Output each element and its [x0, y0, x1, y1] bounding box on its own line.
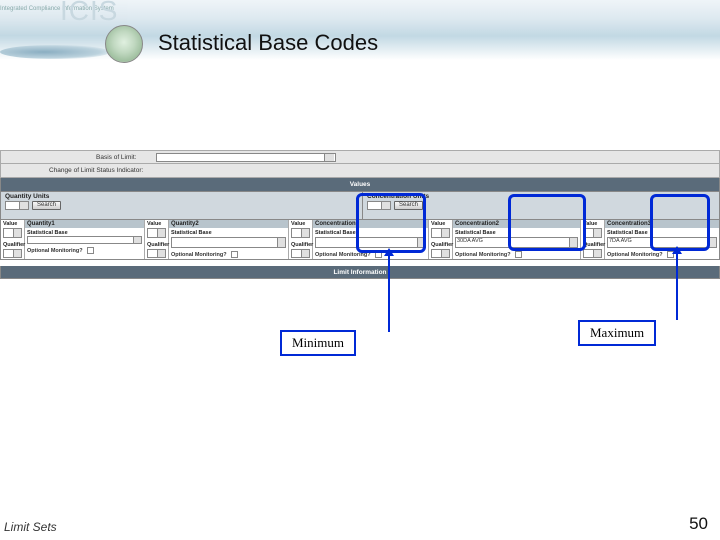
- c2-optmon-label: Optional Monitoring?: [455, 252, 511, 258]
- q2-qualifier-dropdown[interactable]: [147, 249, 166, 259]
- callout-concentration3: [650, 194, 710, 251]
- q2-value-input[interactable]: [147, 228, 166, 238]
- header-swoosh: [0, 45, 110, 59]
- page-title: Statistical Base Codes: [158, 30, 378, 56]
- header-watermark: ICIS: [60, 0, 118, 27]
- annotation-maximum: Maximum: [578, 320, 656, 346]
- q2-optmon-label: Optional Monitoring?: [171, 252, 227, 258]
- basis-dropdown[interactable]: [156, 153, 336, 162]
- arrow-to-maximum: [676, 252, 678, 320]
- col-value-label: Value: [3, 221, 22, 227]
- change-label: Change of Limit Status Indicator:: [49, 167, 143, 174]
- q1-value-input[interactable]: [3, 228, 22, 238]
- quantity-search-button[interactable]: Search: [32, 201, 61, 210]
- q1-statbase-dropdown[interactable]: [27, 236, 142, 244]
- q2-statbase-label: Statistical Base: [171, 230, 286, 236]
- arrow-to-minimum: [388, 254, 390, 332]
- callout-concentration1: [356, 193, 426, 253]
- c1-qualifier-dropdown[interactable]: [291, 249, 310, 259]
- c1-value-input[interactable]: [291, 228, 310, 238]
- c3-qualifier-dropdown[interactable]: [583, 249, 602, 259]
- c2-optmon-checkbox[interactable]: [515, 251, 522, 258]
- col-qualifier-label: Qualifier: [3, 242, 22, 248]
- values-section-header: Values: [0, 178, 720, 192]
- slide-header: Integrated Compliance Information System…: [0, 0, 720, 75]
- col-value-label: Value: [291, 221, 310, 227]
- q2-optmon-checkbox[interactable]: [231, 251, 238, 258]
- q2-statbase-dropdown[interactable]: [171, 237, 286, 248]
- c2-value-input[interactable]: [431, 228, 450, 238]
- col-value-label: Value: [147, 221, 166, 227]
- col-qualifier-label: Qualifier: [291, 242, 310, 248]
- q1-header: Quantity1: [25, 220, 144, 228]
- callout-concentration2: [508, 194, 586, 251]
- quantity-units-label: Quantity Units: [5, 193, 358, 200]
- col-qualifier-label: Qualifier: [431, 242, 450, 248]
- row-basis-of-limit: Basis of Limit:: [0, 150, 720, 164]
- quantity-units-cell: Quantity Units Search: [1, 192, 363, 219]
- footer-section: Limit Sets: [4, 520, 57, 534]
- q1-optmon-label: Optional Monitoring?: [27, 248, 83, 254]
- q1-optmon-checkbox[interactable]: [87, 247, 94, 254]
- epa-seal-icon: [105, 25, 143, 63]
- annotation-minimum: Minimum: [280, 330, 356, 356]
- c2-qualifier-dropdown[interactable]: [431, 249, 450, 259]
- limit-info-header: Limit Information: [0, 266, 720, 279]
- basis-label: Basis of Limit:: [96, 154, 156, 161]
- footer-page-number: 50: [689, 514, 708, 534]
- col-qualifier-label: Qualifier: [147, 242, 166, 248]
- q1-qualifier-dropdown[interactable]: [3, 249, 22, 259]
- col-value-label: Value: [431, 221, 450, 227]
- row-change-indicator: Change of Limit Status Indicator:: [0, 164, 720, 178]
- c3-optmon-label: Optional Monitoring?: [607, 252, 663, 258]
- q2-header: Quantity2: [169, 220, 288, 228]
- quantity-units-dropdown[interactable]: [5, 201, 29, 210]
